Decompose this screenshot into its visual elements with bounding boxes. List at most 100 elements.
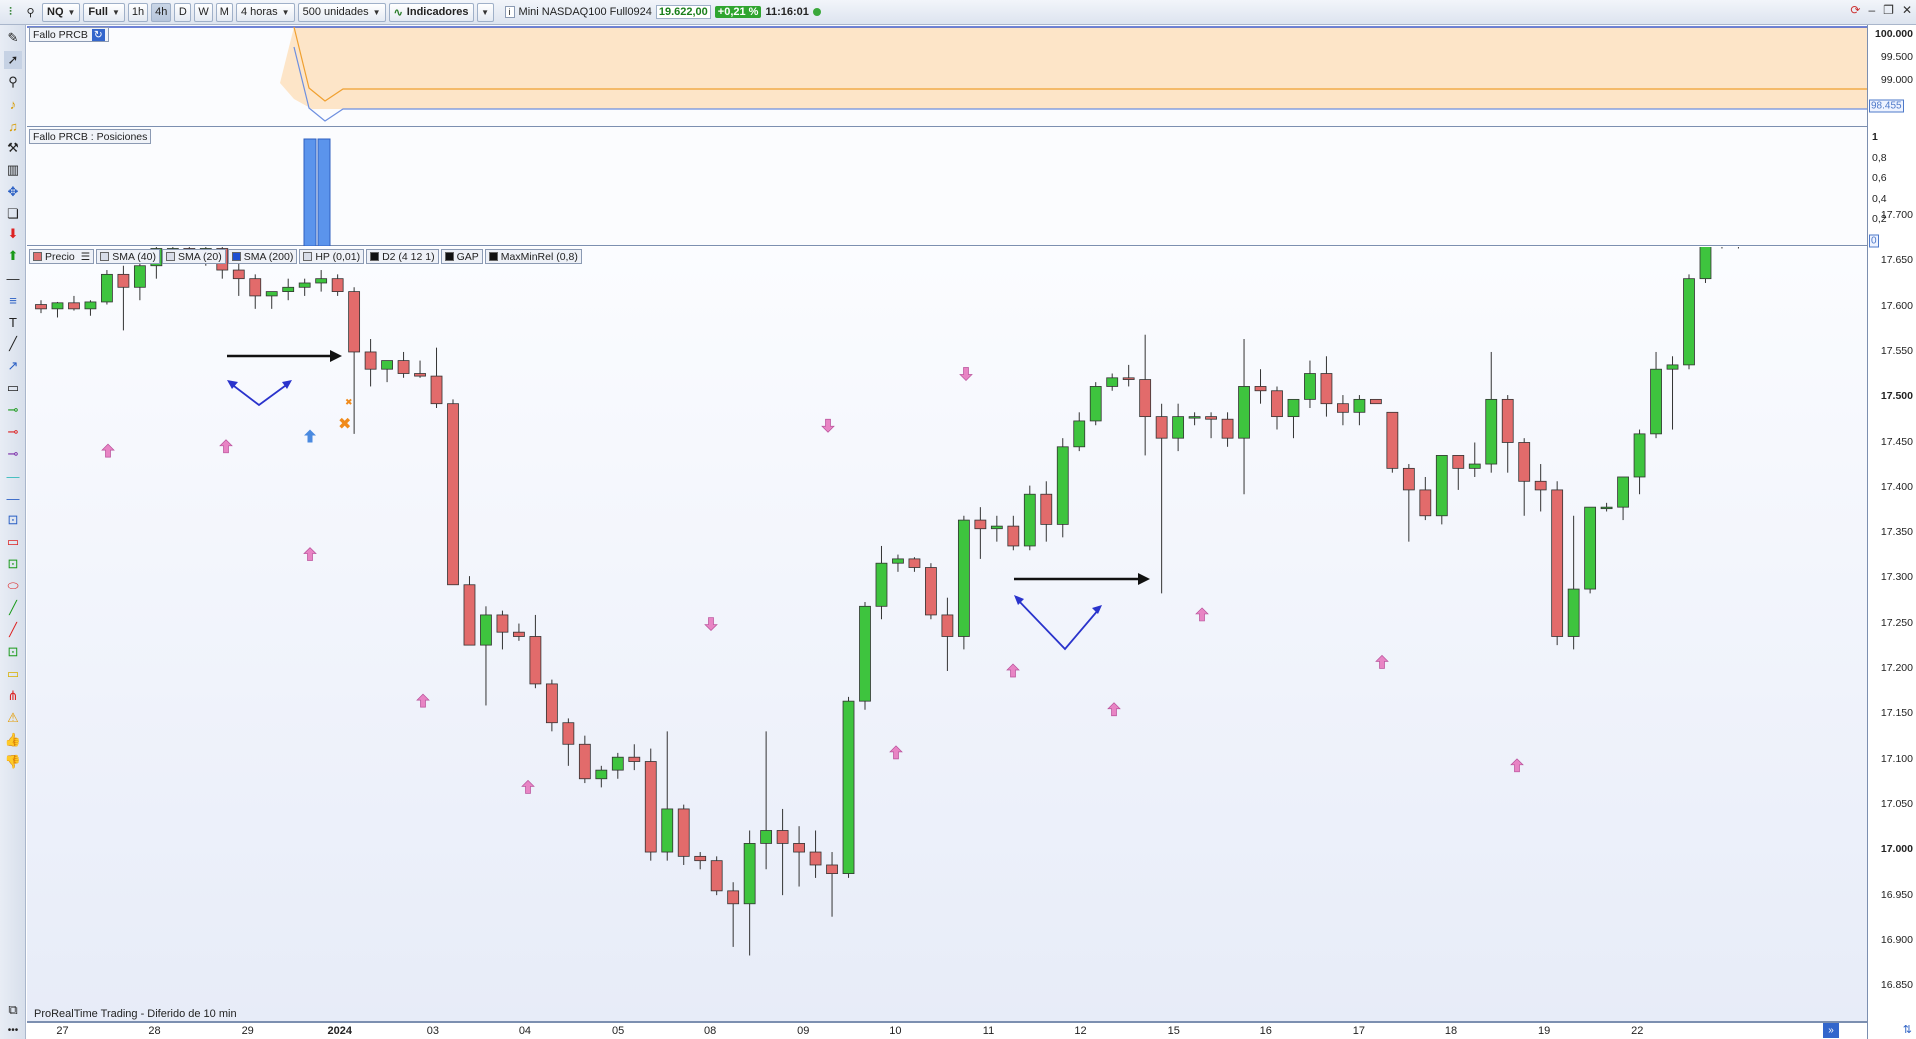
- timeframe-w[interactable]: W: [194, 2, 213, 22]
- move-icon[interactable]: ✥: [4, 183, 22, 201]
- candle-up: [760, 830, 773, 844]
- alert-icon[interactable]: ♫: [4, 117, 22, 135]
- legend-item[interactable]: SMA (200): [227, 249, 298, 264]
- units-select[interactable]: 500 unidades ▼: [297, 2, 386, 22]
- symbol-select[interactable]: NQ ▼: [42, 2, 81, 22]
- buy-arrow-icon[interactable]: ⬆: [4, 247, 22, 265]
- sell-signal-arrow: [959, 367, 973, 382]
- trash-icon[interactable]: ▥: [4, 161, 22, 179]
- mode-select[interactable]: Full ▼: [83, 2, 125, 22]
- warning-icon[interactable]: ⚠: [4, 709, 22, 727]
- buy-signal-arrow: [889, 745, 903, 760]
- zoom-icon[interactable]: ⚲: [4, 73, 22, 91]
- legend-item[interactable]: SMA (20): [161, 249, 226, 264]
- info-icon[interactable]: i: [504, 6, 515, 18]
- restore-icon[interactable]: ❐: [1883, 3, 1894, 17]
- red-line-icon[interactable]: ╱: [4, 621, 22, 639]
- indicators-dropdown[interactable]: ▼: [476, 2, 494, 22]
- hline-green-icon[interactable]: ⊸: [4, 401, 22, 419]
- copy-icon[interactable]: ❏: [4, 205, 22, 223]
- more-icon[interactable]: •••: [4, 1021, 22, 1039]
- period-select[interactable]: 4 horas ▼: [235, 2, 295, 22]
- candle-down: [513, 631, 525, 637]
- candles-group: [35, 247, 1739, 956]
- candle-down: [809, 851, 822, 866]
- candle-down: [68, 302, 80, 310]
- candle-up: [1699, 247, 1712, 280]
- link-icon[interactable]: ⚲: [22, 3, 39, 22]
- price-axis[interactable]: 100.000 99.500 99.000 98.455 1 0,8 0,6 0…: [1867, 25, 1916, 1036]
- fibonacci-icon[interactable]: ≡: [4, 291, 22, 309]
- box-icon[interactable]: ⊡: [4, 555, 22, 573]
- horizontal-line-icon[interactable]: —: [4, 269, 22, 287]
- hammer-icon[interactable]: ⚒: [4, 139, 22, 157]
- price-tick: 17.350: [1880, 526, 1913, 539]
- legend-item[interactable]: HP (0,01): [299, 249, 365, 264]
- price-tick: 17.400: [1880, 480, 1913, 493]
- drawing-toolbar: ✎ ➚ ⚲ ♪ ♫ ⚒ ▥ ✥ ❏ ⬇ ⬆ — ≡ T ╱ ↗ ▭ ⊸ ⊸ ⊸ …: [0, 25, 26, 1039]
- hline-cyan-icon[interactable]: —: [4, 467, 22, 485]
- indicator-panel-posiciones[interactable]: Fallo PRCB : Posiciones: [27, 127, 1867, 246]
- green-line-icon[interactable]: ╱: [4, 599, 22, 617]
- ellipse-icon[interactable]: ⬭: [4, 577, 22, 595]
- legend-item[interactable]: SMA (40): [96, 249, 160, 264]
- chevron-down-icon: ▼: [67, 7, 76, 17]
- buy-signal-arrow: [1195, 607, 1209, 622]
- candle-up: [990, 525, 1003, 530]
- hline-purple-icon[interactable]: ⊸: [4, 445, 22, 463]
- time-axis[interactable]: 27 28 29 2024 03 04 05 08 09 10 11 12 15 16 17 18 19 22: [27, 1022, 1867, 1039]
- trendline-icon[interactable]: ╱: [4, 335, 22, 353]
- candle-up: [1304, 373, 1316, 400]
- candle-down: [925, 567, 937, 616]
- scale-icon[interactable]: ⇅: [1903, 1023, 1912, 1036]
- ruler-icon[interactable]: ▭: [4, 379, 22, 397]
- timeframe-4h[interactable]: 4h: [151, 2, 172, 22]
- candle-up: [1106, 377, 1119, 387]
- legend-item[interactable]: GAP: [440, 249, 483, 264]
- candle-up: [1485, 398, 1498, 465]
- candle-up: [51, 302, 64, 310]
- candle-down: [1040, 493, 1053, 525]
- chart-type-icon[interactable]: ⫶: [2, 3, 19, 22]
- legend-swatch: [488, 252, 498, 261]
- scroll-right-button[interactable]: »: [1823, 1023, 1839, 1038]
- legend-item[interactable]: D2 (4 12 1): [366, 249, 439, 264]
- hline-red-icon[interactable]: ⊸: [4, 423, 22, 441]
- timeframe-d[interactable]: D: [174, 2, 192, 22]
- pencil-icon[interactable]: ✎: [4, 29, 22, 47]
- yellow-box-icon[interactable]: ▭: [4, 665, 22, 683]
- axis-corner: ⇅: [1867, 1022, 1916, 1039]
- legend-menu-icon[interactable]: ☰: [81, 251, 90, 263]
- thumbs-up-icon[interactable]: 👍: [4, 731, 22, 749]
- quote-time: 11:16:01: [765, 6, 809, 18]
- indicator-panel-fallo-prcb[interactable]: Fallo PRCB ↻: [27, 25, 1867, 127]
- pitchfork-icon[interactable]: ⋔: [4, 687, 22, 705]
- minimize-icon[interactable]: –: [1868, 3, 1875, 17]
- price-panel[interactable]: ✖ ✖ Precio ☰ SMA (40) SMA (20) SMA (200) HP (…: [27, 247, 1867, 1022]
- rectangle-icon[interactable]: ▭: [4, 533, 22, 551]
- thumbs-down-icon[interactable]: 👎: [4, 753, 22, 771]
- pattern-icon[interactable]: ⊡: [4, 643, 22, 661]
- panel1-label-tag[interactable]: Fallo PRCB ↻: [29, 27, 109, 42]
- timeframe-m[interactable]: M: [215, 2, 233, 22]
- hline-blue-icon[interactable]: —: [4, 489, 22, 507]
- panel2-label-tag[interactable]: Fallo PRCB : Posiciones: [29, 129, 152, 144]
- ray-icon[interactable]: ↗: [4, 357, 22, 375]
- sell-arrow-icon[interactable]: ⬇: [4, 225, 22, 243]
- legend-item[interactable]: Precio ☰: [29, 249, 95, 264]
- candle-down: [364, 351, 377, 370]
- legend-item[interactable]: MaxMinRel (0,8): [484, 249, 582, 264]
- channel-icon[interactable]: ⊡: [4, 511, 22, 529]
- candle-down: [1419, 489, 1432, 517]
- cursor-icon[interactable]: ➚: [4, 51, 22, 69]
- sync-icon[interactable]: ⟳: [1850, 3, 1860, 17]
- legend-swatch: [33, 252, 42, 261]
- indicators-button[interactable]: ∿ Indicadores: [388, 2, 474, 22]
- timeframe-1h[interactable]: 1h: [127, 2, 149, 22]
- layers-icon[interactable]: ⧉: [4, 1001, 22, 1019]
- text-icon[interactable]: T: [4, 313, 22, 331]
- refresh-icon[interactable]: ↻: [91, 28, 105, 41]
- candle-up: [1666, 364, 1679, 370]
- close-icon[interactable]: ✕: [1902, 3, 1912, 17]
- alert-bell-icon[interactable]: ♪: [4, 95, 22, 113]
